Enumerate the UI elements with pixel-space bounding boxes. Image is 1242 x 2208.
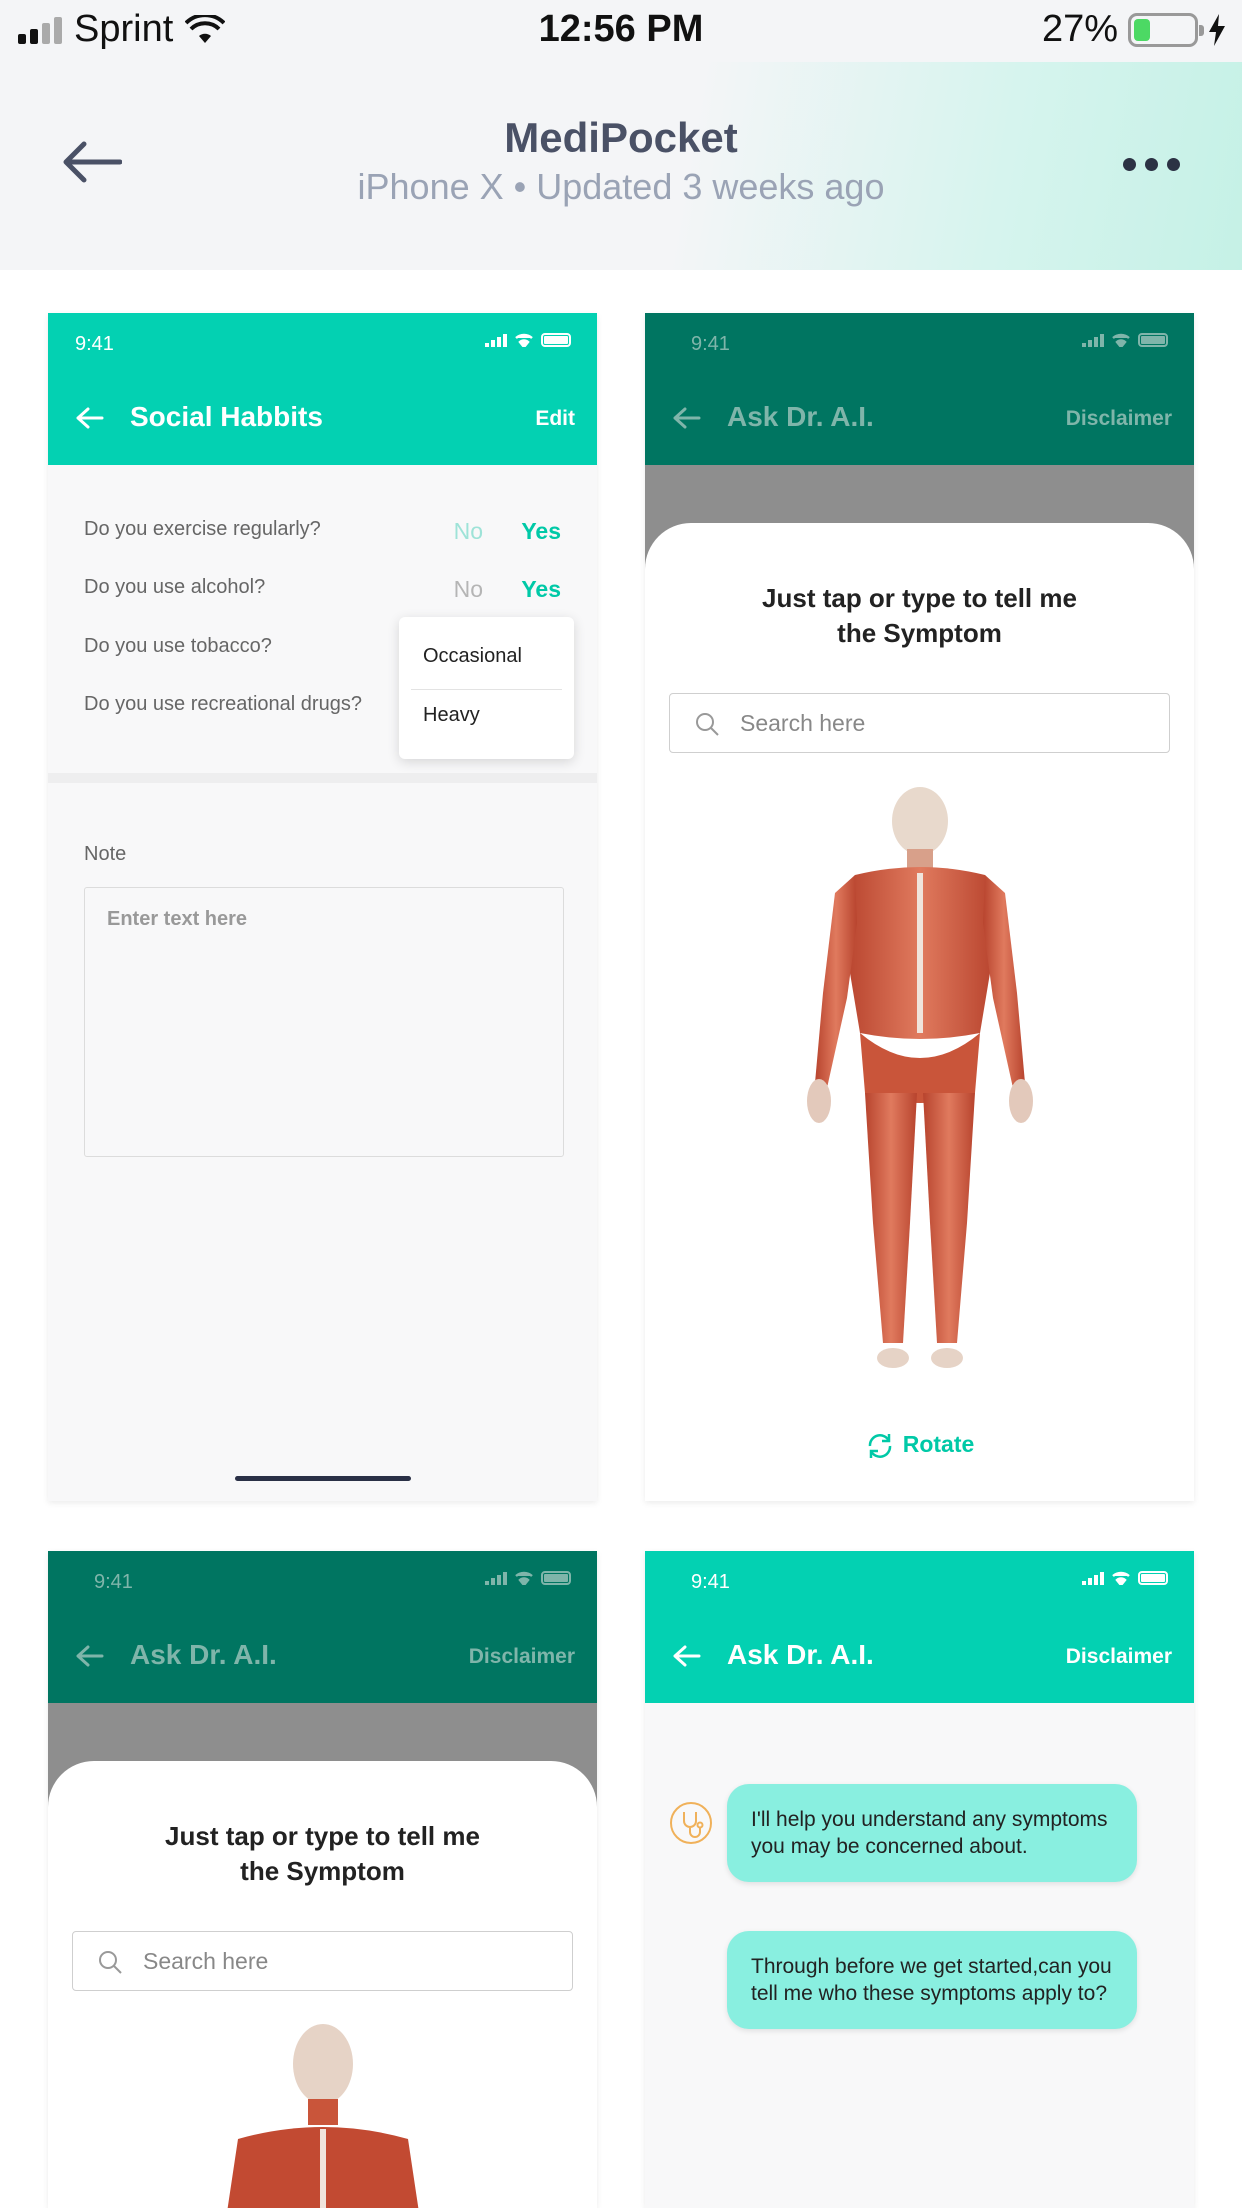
search-icon [696,713,719,736]
divider [411,689,562,690]
screen-card-ask-dr-front[interactable]: 9:41 Ask Dr. A.I. Disclaimer Just tap or… [48,1551,597,2208]
nav-bar: Ask Dr. A.I. Disclaimer [48,1611,597,1703]
phone-status-bar: 9:41 [645,313,1194,373]
rotate-button[interactable]: Rotate [645,1431,1194,1461]
search-icon [99,1951,122,1974]
anatomy-body-back-image[interactable] [795,783,1045,1383]
symptom-sheet: Just tap or type to tell me the Symptom … [645,523,1194,1501]
dropdown-option-occasional[interactable]: Occasional [423,645,522,668]
app-header: MediPocket iPhone X • Updated 3 weeks ag… [0,62,1242,270]
question-label: Do you use alcohol? [84,576,266,598]
back-arrow-icon[interactable] [673,407,701,429]
battery-icon [1128,12,1204,47]
dropdown-option-heavy[interactable]: Heavy [423,704,480,727]
back-arrow-icon[interactable] [673,1645,701,1667]
question-label: Do you use recreational drugs? [84,693,362,715]
screen-card-ask-dr-chat[interactable]: 9:41 Ask Dr. A.I. Disclaimer I'll help y… [645,1551,1194,2208]
phone-time: 9:41 [94,1571,133,1593]
nav-bar: Social Habbits Edit [48,373,597,465]
phone-status-bar: 9:41 [48,1551,597,1611]
search-placeholder: Search here [143,1948,269,1974]
nav-bar: Ask Dr. A.I. Disclaimer [645,373,1194,465]
wifi-icon [1112,333,1130,347]
phone-time: 9:41 [75,333,114,355]
screen-card-ask-dr-back[interactable]: 9:41 Ask Dr. A.I. Disclaimer Just tap or… [645,313,1194,1501]
signal-icon [485,1571,507,1585]
charging-icon [1209,13,1225,46]
screen-card-social-habits[interactable]: 9:41 Social Habbits Edit Do you exercise… [48,313,597,1501]
question-row: Do you exercise regularly? No Yes [84,518,561,548]
nav-bar: Ask Dr. A.I. Disclaimer [645,1611,1194,1703]
phone-status-bar: 9:41 [645,1551,1194,1611]
stethoscope-icon [670,1802,712,1844]
signal-icon [1082,333,1104,347]
app-subtitle: iPhone X • Updated 3 weeks ago [357,166,885,207]
no-option[interactable]: No [454,518,483,545]
phone-status-bar: 9:41 [48,313,597,373]
chat-bubble: I'll help you understand any symptoms yo… [727,1784,1137,1882]
sheet-heading: Just tap or type to tell me the Symptom [762,583,1077,648]
screen-title: Ask Dr. A.I. [727,401,874,432]
wifi-icon [1112,1571,1130,1585]
question-row: Do you use alcohol? No Yes [84,576,561,606]
rotate-label: Rotate [902,1431,975,1458]
screen-title: Social Habbits [130,401,323,432]
signal-icon [1082,1571,1104,1585]
yes-option[interactable]: Yes [521,576,561,603]
wifi-icon [515,333,533,347]
battery-icon [1138,333,1168,347]
search-placeholder: Search here [740,710,866,736]
disclaimer-button[interactable]: Disclaimer [469,1645,575,1669]
disclaimer-button[interactable]: Disclaimer [1066,1645,1172,1669]
symptom-sheet: Just tap or type to tell me the Symptom … [48,1761,597,2208]
app-title: MediPocket [504,114,738,161]
battery-icon [1138,1571,1168,1585]
wifi-icon [515,1571,533,1585]
signal-icon [485,333,507,347]
note-textarea[interactable]: Enter text here [84,887,564,1157]
more-icon[interactable] [1123,158,1180,171]
no-option[interactable]: No [454,576,483,603]
search-input[interactable]: Search here [72,1931,573,1991]
screen-title: Ask Dr. A.I. [130,1639,277,1670]
status-bar: Sprint 12:56 PM 27% [0,0,1242,62]
screen-title: Ask Dr. A.I. [727,1639,874,1670]
battery-icon [541,333,571,347]
question-label: Do you use tobacco? [84,635,272,657]
anatomy-body-front-image[interactable] [198,2019,448,2208]
question-label: Do you exercise regularly? [84,518,321,540]
battery-icon [541,1571,571,1585]
phone-time: 9:41 [691,1571,730,1593]
battery-percent: 27% [1041,8,1118,50]
note-placeholder: Enter text here [107,908,248,930]
search-input[interactable]: Search here [669,693,1170,753]
back-arrow-icon[interactable] [76,1645,104,1667]
chat-bubble: Through before we get started,can you te… [727,1931,1137,2029]
edit-button[interactable]: Edit [535,407,575,431]
phone-time: 9:41 [691,333,730,355]
home-indicator [235,1476,411,1481]
sheet-heading: Just tap or type to tell me the Symptom [165,1821,480,1886]
rotate-icon [868,1434,891,1458]
yes-option[interactable]: Yes [521,518,561,545]
note-label: Note [84,843,127,865]
disclaimer-button[interactable]: Disclaimer [1066,407,1172,431]
frequency-dropdown[interactable]: Occasional Heavy [399,617,574,759]
section-divider [48,773,597,783]
back-arrow-icon[interactable] [76,407,104,429]
